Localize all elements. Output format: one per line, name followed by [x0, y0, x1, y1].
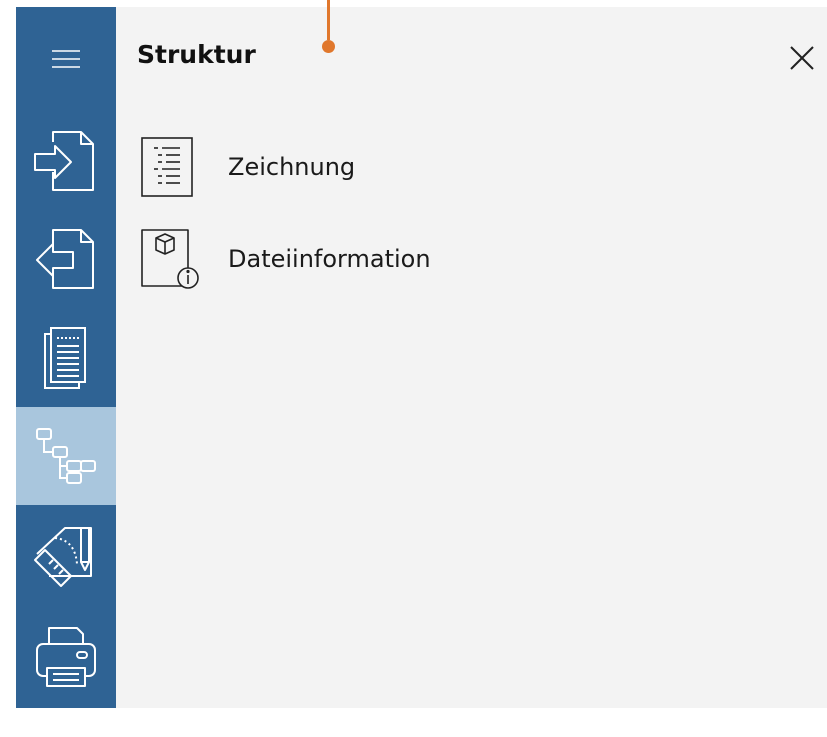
tree-item-dateiinformation[interactable]: Dateiinformation	[140, 228, 500, 290]
file-info-icon	[141, 229, 199, 289]
panel-title: Struktur	[137, 40, 256, 69]
annotation-marker-line	[327, 0, 330, 40]
hamburger-menu-icon	[52, 50, 80, 68]
close-button[interactable]	[786, 42, 818, 74]
drawing-list-icon	[141, 137, 193, 197]
annotation-marker-dot	[322, 40, 335, 53]
import-file-button[interactable]	[16, 111, 116, 211]
document-pages-icon	[44, 327, 86, 389]
close-icon	[790, 46, 814, 70]
tree-item-zeichnung[interactable]: Zeichnung	[140, 136, 500, 198]
export-file-button[interactable]	[16, 209, 116, 309]
tree-item-label: Dateiinformation	[228, 245, 431, 273]
measure-button[interactable]	[16, 505, 116, 605]
printer-icon	[36, 627, 96, 687]
structure-button[interactable]	[16, 407, 116, 505]
print-button[interactable]	[16, 607, 116, 707]
measure-drawing-icon	[34, 527, 92, 587]
structure-tree-icon	[36, 428, 96, 484]
file-import-icon	[34, 131, 94, 191]
file-export-icon	[36, 229, 94, 289]
pages-button[interactable]	[16, 309, 116, 409]
tree-item-label: Zeichnung	[228, 153, 356, 181]
structure-panel: Struktur Zeichnung Dateiinformation	[116, 7, 827, 708]
sidebar	[16, 7, 116, 708]
hamburger-menu-button[interactable]	[16, 7, 116, 111]
